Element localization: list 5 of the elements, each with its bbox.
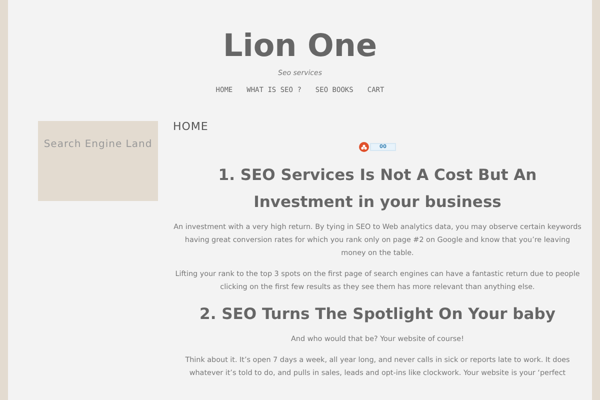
section-heading: 2. SEO Turns The Spotlight On Your baby <box>198 304 556 325</box>
site-title[interactable]: Lion One <box>223 28 377 64</box>
share-icon[interactable] <box>359 142 369 152</box>
page-title: HOME <box>173 121 210 133</box>
section-heading: 1. SEO Services Is Not A Cost But An Investment in your business <box>217 165 538 213</box>
